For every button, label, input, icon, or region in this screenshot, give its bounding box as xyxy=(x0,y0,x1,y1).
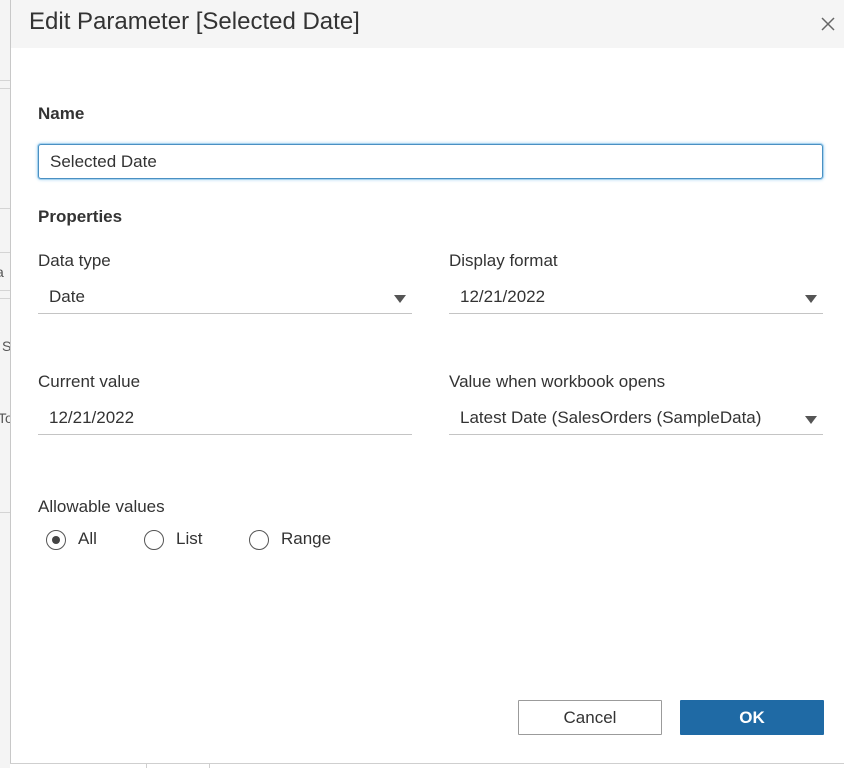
background-strip xyxy=(0,0,10,768)
allowable-values-label: Allowable values xyxy=(38,497,165,516)
radio-button-selected xyxy=(46,530,66,550)
background-divider xyxy=(0,252,10,253)
cancel-button[interactable]: Cancel xyxy=(518,700,662,735)
radio-dot-icon xyxy=(52,536,60,544)
background-divider xyxy=(10,763,844,764)
data-type-dropdown[interactable]: Date xyxy=(38,283,412,314)
data-type-label: Data type xyxy=(38,251,111,270)
radio-range-label: Range xyxy=(281,529,332,548)
current-value-label: Current value xyxy=(38,372,141,391)
data-type-value: Date xyxy=(49,287,85,306)
radio-button xyxy=(144,530,164,550)
background-divider xyxy=(0,208,10,209)
edit-parameter-dialog: Edit Parameter [Selected Date] Name Prop… xyxy=(10,0,844,763)
background-text-fragment: a xyxy=(0,264,10,280)
value-when-workbook-opens-dropdown[interactable]: Latest Date (SalesOrders (SampleData) xyxy=(449,404,823,435)
radio-button xyxy=(249,530,269,550)
background-divider xyxy=(0,88,10,89)
chevron-down-icon xyxy=(805,295,817,303)
background-divider xyxy=(209,764,210,768)
value-when-workbook-opens-label: Value when workbook opens xyxy=(449,372,666,391)
dialog-title: Edit Parameter [Selected Date] xyxy=(29,8,360,35)
background-divider xyxy=(146,764,147,768)
radio-all-label: All xyxy=(78,529,97,548)
background-divider xyxy=(0,80,10,81)
background-divider xyxy=(0,298,10,299)
display-format-dropdown[interactable]: 12/21/2022 xyxy=(449,283,823,314)
close-button[interactable] xyxy=(816,12,840,36)
background-divider xyxy=(0,512,10,513)
name-label: Name xyxy=(38,104,85,123)
background-divider xyxy=(0,290,10,291)
display-format-value: 12/21/2022 xyxy=(460,287,546,306)
display-format-label: Display format xyxy=(449,251,558,270)
close-icon xyxy=(821,17,835,31)
background-text-fragment: To xyxy=(0,410,10,426)
properties-heading: Properties xyxy=(38,207,123,226)
chevron-down-icon xyxy=(394,295,406,303)
dialog-title-bar: Edit Parameter [Selected Date] xyxy=(11,0,844,48)
current-value-field[interactable]: 12/21/2022 xyxy=(38,404,412,435)
ok-button[interactable]: OK xyxy=(680,700,824,735)
value-when-workbook-opens-value: Latest Date (SalesOrders (SampleData) xyxy=(460,408,762,427)
background-text-fragment: S xyxy=(2,338,10,354)
chevron-down-icon xyxy=(805,416,817,424)
current-value-text: 12/21/2022 xyxy=(49,408,135,427)
radio-list-label: List xyxy=(176,529,203,548)
name-input[interactable] xyxy=(38,144,823,179)
